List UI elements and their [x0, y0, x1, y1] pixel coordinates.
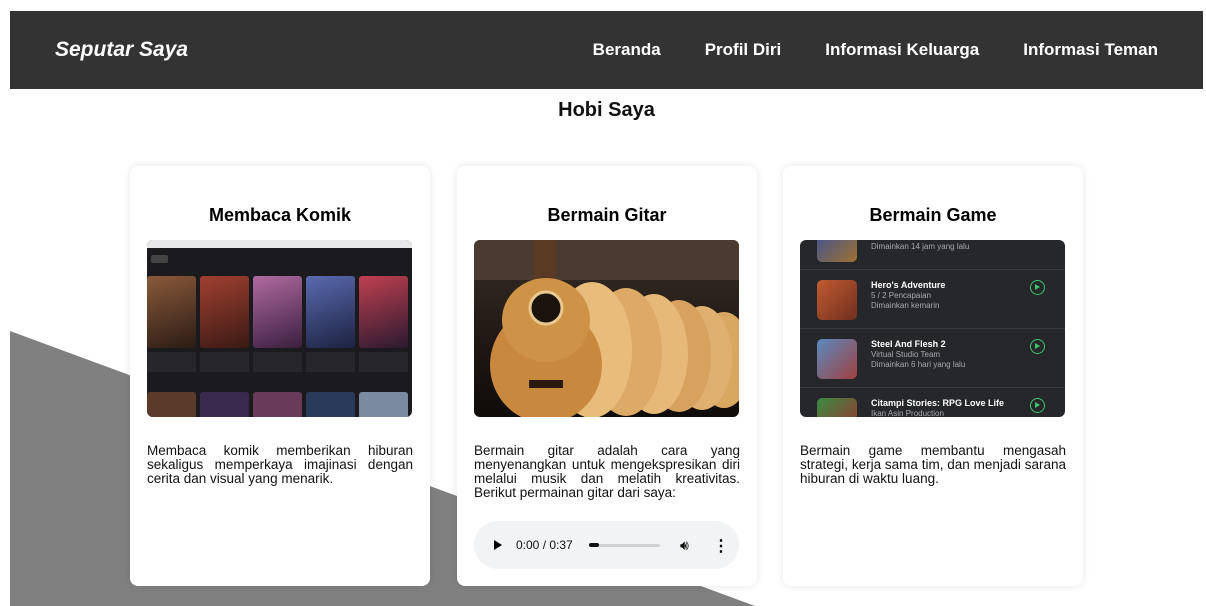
comic-covers-row-2: [147, 392, 412, 417]
page: Seputar Saya Beranda Profil Diri Informa…: [10, 11, 1203, 606]
nav-link-informasi-keluarga[interactable]: Informasi Keluarga: [825, 40, 979, 60]
game-icon: [817, 339, 857, 379]
nav-link-profil-diri[interactable]: Profil Diri: [705, 40, 782, 60]
game-played: Dimainkan 14 jam yang lalu: [871, 242, 970, 251]
card-description: Bermain gitar adalah cara yang menyenang…: [474, 443, 740, 500]
comic-cover: [200, 276, 249, 348]
volume-icon[interactable]: 🔊︎: [680, 537, 689, 554]
browser-bar: [147, 240, 412, 248]
game-icon: [817, 280, 857, 320]
comic-screenshot-image: [147, 240, 412, 417]
nav-link-informasi-teman[interactable]: Informasi Teman: [1023, 40, 1158, 60]
comic-cover: [253, 276, 302, 348]
comic-cover: [147, 276, 196, 348]
comic-cover: [306, 276, 355, 348]
comic-covers: [147, 276, 412, 348]
game-row: Citampi Stories: RPG Love Life Ikan Asin…: [800, 387, 1065, 417]
play-icon[interactable]: [1030, 280, 1045, 295]
nav-links: Beranda Profil Diri Informasi Keluarga I…: [593, 40, 1158, 60]
play-icon[interactable]: [1030, 339, 1045, 354]
play-icon[interactable]: [1030, 398, 1045, 413]
card-title: Membaca Komik: [208, 205, 352, 225]
game-name: Steel And Flesh 2: [871, 339, 946, 349]
audio-player[interactable]: 0:00 / 0:37 🔊︎ ⋮: [474, 521, 739, 569]
play-icon[interactable]: [494, 540, 502, 550]
game-list-image: Dimainkan 14 jam yang lalu Hero's Advent…: [800, 240, 1065, 417]
game-name: Citampi Stories: RPG Love Life: [871, 398, 1005, 408]
navbar: Seputar Saya Beranda Profil Diri Informa…: [10, 11, 1203, 89]
game-played: Dimainkan 6 hari yang lalu: [871, 360, 966, 369]
more-options-icon[interactable]: ⋮: [713, 536, 729, 556]
game-played: Dimainkan kemarin: [871, 301, 940, 310]
section-title: Hobi Saya: [558, 99, 655, 121]
hobby-card-komik: Membaca Komik Membaca komik memberikan h…: [130, 166, 430, 586]
game-icon: [817, 240, 857, 262]
hobby-card-gitar: Bermain Gitar Bermain gitar adalah cara …: [457, 166, 757, 586]
audio-seek-fill: [589, 543, 599, 547]
card-title: Bermain Gitar: [547, 205, 667, 225]
comic-captions: [147, 352, 412, 372]
brand-logo[interactable]: Seputar Saya: [55, 38, 188, 62]
card-description: Bermain game membantu mengasah strategi,…: [800, 443, 1066, 486]
game-developer: Ikan Asin Production: [871, 409, 944, 417]
guitar-photo-image: [474, 240, 739, 417]
comic-cover: [359, 276, 408, 348]
game-icon: [817, 398, 857, 417]
game-row: Hero's Adventure 5 / 2 Pencapaian Dimain…: [800, 269, 1065, 327]
game-row: Steel And Flesh 2 Virtual Studio Team Di…: [800, 328, 1065, 386]
guitar-illustration: [474, 240, 739, 417]
audio-time: 0:00 / 0:37: [516, 538, 573, 552]
nav-link-beranda[interactable]: Beranda: [593, 40, 661, 60]
hobby-card-game: Bermain Game Dimainkan 14 jam yang lalu …: [783, 166, 1083, 586]
menu-chip: [151, 255, 168, 263]
game-row: Dimainkan 14 jam yang lalu: [800, 240, 1065, 270]
card-description: Membaca komik memberikan hiburan sekalig…: [147, 443, 413, 486]
game-name: Hero's Adventure: [871, 280, 946, 290]
game-developer: Virtual Studio Team: [871, 350, 941, 359]
game-developer: 5 / 2 Pencapaian: [871, 291, 932, 300]
card-title: Bermain Game: [869, 205, 997, 225]
audio-seek-track[interactable]: [589, 544, 660, 547]
